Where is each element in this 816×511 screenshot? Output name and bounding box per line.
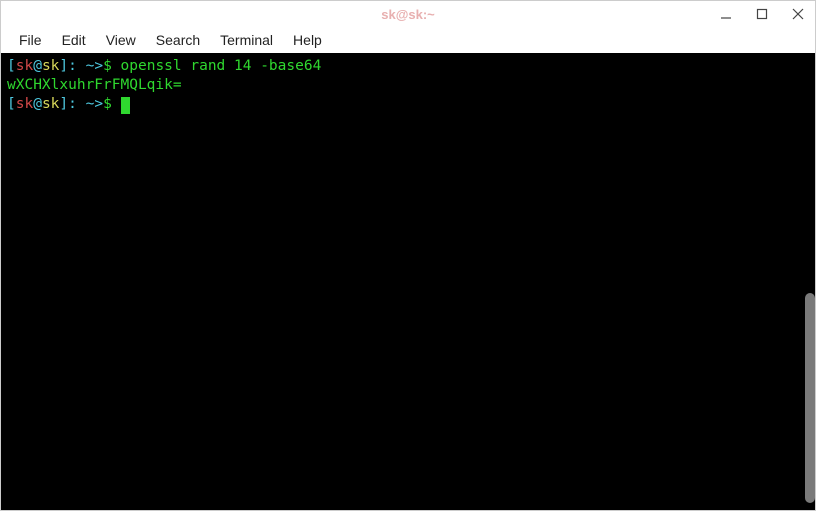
prompt-bracket: [ [7, 58, 16, 74]
menu-help[interactable]: Help [283, 28, 332, 52]
prompt-user: sk [16, 96, 33, 112]
cursor [121, 97, 130, 114]
prompt-bracket: [ [7, 96, 16, 112]
menu-view[interactable]: View [96, 28, 146, 52]
maximize-icon [756, 8, 768, 20]
terminal-area: [sk@sk]: ~>$ openssl rand 14 -base64 wXC… [1, 53, 815, 510]
terminal[interactable]: [sk@sk]: ~>$ openssl rand 14 -base64 wXC… [1, 53, 805, 510]
prompt-dollar: $ [103, 96, 120, 112]
prompt-user: sk [16, 58, 33, 74]
prompt-at: @ [33, 96, 42, 112]
minimize-icon [720, 8, 732, 20]
scrollbar-thumb[interactable] [805, 293, 815, 503]
terminal-window: sk@sk:~ File Edit View Search Terminal H… [0, 0, 816, 511]
menu-file[interactable]: File [9, 28, 52, 52]
prompt-path: : ~> [68, 58, 103, 74]
menu-search[interactable]: Search [146, 28, 210, 52]
menu-edit[interactable]: Edit [52, 28, 96, 52]
maximize-button[interactable] [751, 3, 773, 25]
prompt-path: : ~> [68, 96, 103, 112]
minimize-button[interactable] [715, 3, 737, 25]
command-text: openssl rand 14 -base64 [121, 58, 322, 74]
menubar: File Edit View Search Terminal Help [1, 27, 815, 53]
window-controls [715, 1, 809, 27]
prompt-host: sk [42, 58, 59, 74]
close-icon [792, 8, 804, 20]
titlebar: sk@sk:~ [1, 1, 815, 27]
prompt-dollar: $ [103, 58, 120, 74]
window-title: sk@sk:~ [381, 7, 435, 22]
menu-terminal[interactable]: Terminal [210, 28, 283, 52]
scrollbar[interactable] [805, 53, 815, 510]
prompt-at: @ [33, 58, 42, 74]
prompt-bracket-close: ] [59, 96, 68, 112]
close-button[interactable] [787, 3, 809, 25]
prompt-host: sk [42, 96, 59, 112]
prompt-bracket-close: ] [59, 58, 68, 74]
output-text: wXCHXlxuhrFrFMQLqik= [7, 77, 182, 93]
